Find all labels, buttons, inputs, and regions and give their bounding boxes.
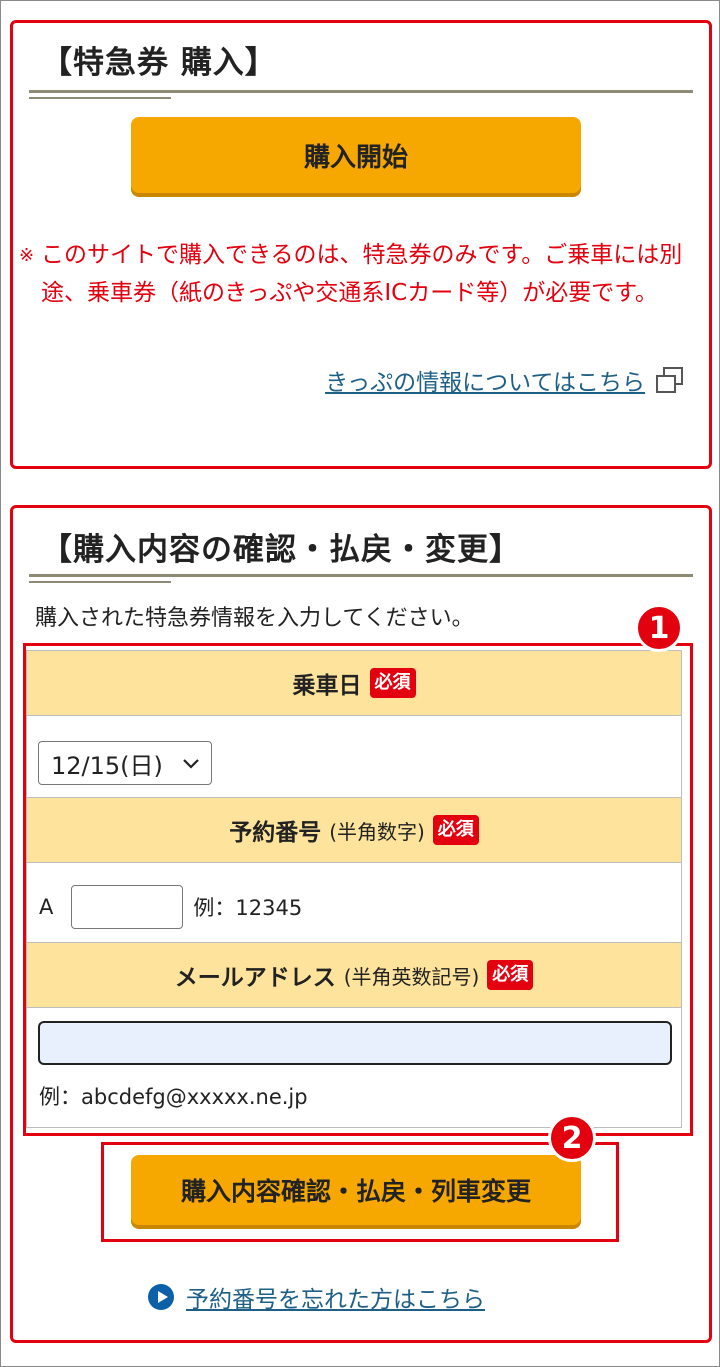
ticket-info-link-label: きっぷの情報についてはこちら <box>325 370 645 396</box>
callout-badge-2: 2 <box>548 1114 596 1162</box>
notice-body: このサイトで購入できるのは、特急券のみです。ご乗車には別途、乗車券（紙のきっぷや… <box>41 242 683 306</box>
purchase-start-button[interactable]: 購入開始 <box>131 117 581 193</box>
external-window-icon <box>656 367 683 393</box>
ticket-info-link[interactable]: きっぷの情報についてはこちら <box>325 363 685 397</box>
title-underline <box>29 90 693 93</box>
form-intro-text: 購入された特急券情報を入力してください。 <box>35 606 474 631</box>
forgot-link-label: 予約番号を忘れた方はこちら <box>186 1287 485 1313</box>
notice-mark: ※ <box>19 245 35 266</box>
title-underline <box>29 574 693 577</box>
forgot-reservation-link[interactable]: 予約番号を忘れた方はこちら <box>148 1280 485 1314</box>
confirm-panel: 【購入内容の確認・払戻・変更】 購入された特急券情報を入力してください。 乗車日… <box>10 505 712 1343</box>
title-underline-thin <box>29 97 171 99</box>
callout-frame-2 <box>101 1142 619 1242</box>
purchase-section-title: 【特急券 購入】 <box>41 45 277 81</box>
callout-frame-1 <box>23 643 693 1136</box>
confirm-section-title: 【購入内容の確認・払戻・変更】 <box>41 532 521 568</box>
title-underline-thin <box>29 581 171 583</box>
play-circle-icon <box>148 1284 174 1310</box>
callout-badge-1: 1 <box>635 604 683 652</box>
purchase-panel: 【特急券 購入】 購入開始 ※ このサイトで購入できるのは、特急券のみです。ご乗… <box>10 20 712 469</box>
notice-text: ※ このサイトで購入できるのは、特急券のみです。ご乗車には別途、乗車券（紙のきっ… <box>17 236 685 312</box>
